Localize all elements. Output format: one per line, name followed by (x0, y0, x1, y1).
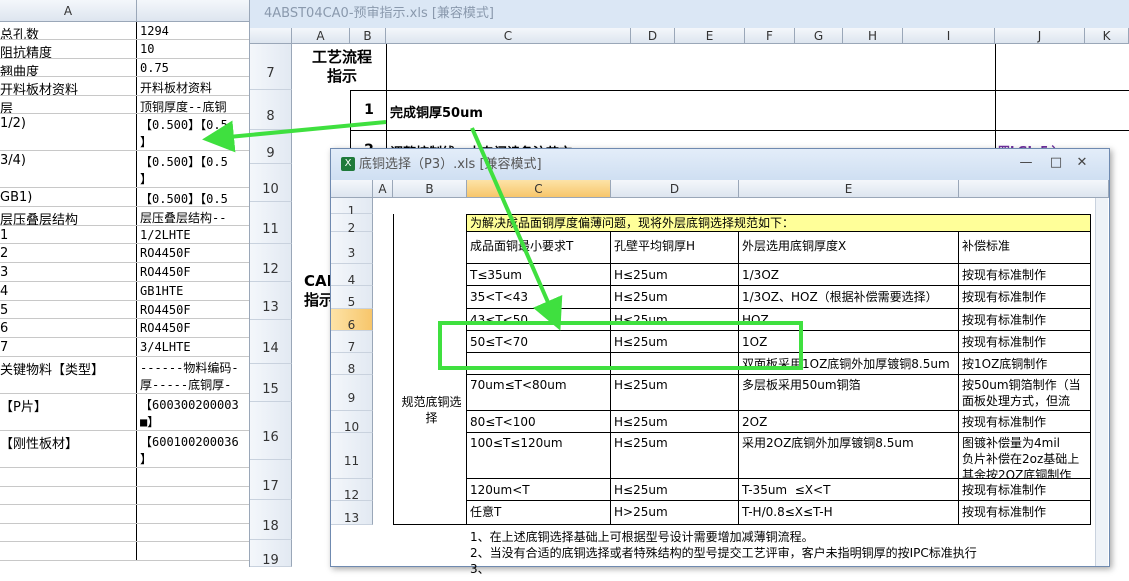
highlight-box (438, 321, 803, 370)
arrow-to-table-row (470, 127, 563, 331)
arrow-to-left-sheet (202, 120, 387, 153)
annotation-overlay (202, 120, 803, 370)
